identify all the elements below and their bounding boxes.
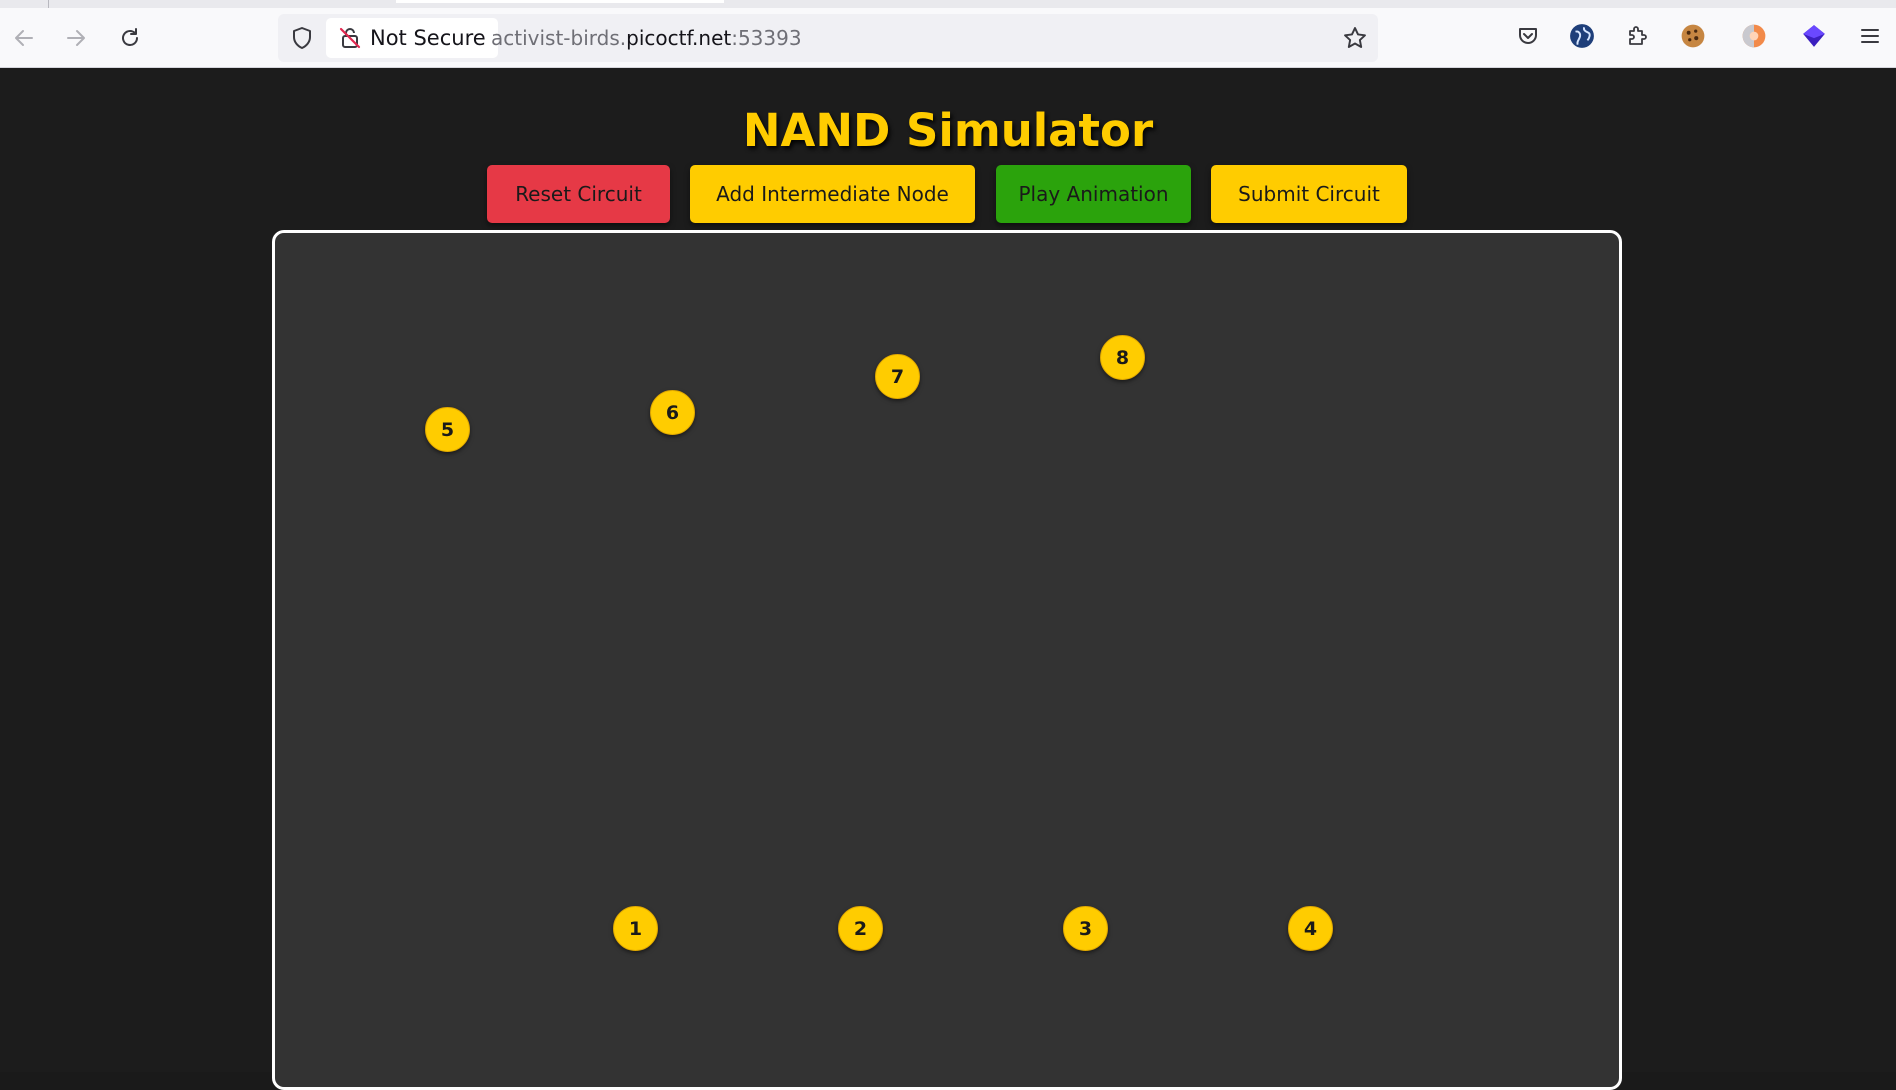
circuit-node-3[interactable]: 3 — [1063, 906, 1108, 951]
url-port: :53393 — [731, 26, 802, 50]
site-security-button[interactable]: Not Secure — [326, 18, 498, 58]
circuit-node-8[interactable]: 8 — [1100, 335, 1145, 380]
back-arrow-icon[interactable] — [8, 22, 40, 54]
url-text[interactable]: activist-birds. picoctf.net:53393 — [491, 14, 802, 62]
extensions-puzzle-icon[interactable] — [1623, 22, 1651, 50]
reset-circuit-button[interactable]: Reset Circuit — [487, 165, 670, 223]
circuit-node-4[interactable]: 4 — [1288, 906, 1333, 951]
submit-circuit-button[interactable]: Submit Circuit — [1211, 165, 1407, 223]
active-tab[interactable] — [396, 0, 724, 3]
circuit-node-5[interactable]: 5 — [425, 407, 470, 452]
circuit-node-2[interactable]: 2 — [838, 906, 883, 951]
browser-toolbar: Not Secure activist-birds. picoctf.net:53… — [0, 8, 1896, 68]
url-host: picoctf.net — [626, 26, 732, 50]
orange-circle-extension-icon[interactable] — [1740, 22, 1768, 50]
globe-extension-icon[interactable] — [1568, 22, 1596, 50]
tab-strip — [0, 0, 1896, 8]
url-bar[interactable]: Not Secure activist-birds. picoctf.net:53… — [278, 14, 1378, 62]
bookmark-star-icon[interactable] — [1342, 25, 1368, 51]
add-intermediate-node-button[interactable]: Add Intermediate Node — [690, 165, 975, 223]
forward-arrow-icon[interactable] — [60, 22, 92, 54]
circuit-node-1[interactable]: 1 — [613, 906, 658, 951]
url-prefix: activist-birds. — [491, 26, 627, 50]
play-animation-button[interactable]: Play Animation — [996, 165, 1191, 223]
hamburger-menu-icon[interactable] — [1856, 22, 1884, 50]
page-title: NAND Simulator — [742, 104, 1154, 157]
page-content: NAND Simulator Reset Circuit Add Interme… — [0, 68, 1896, 1090]
security-label: Not Secure — [370, 26, 486, 50]
tab-divider — [48, 0, 49, 8]
circuit-canvas[interactable]: 5 6 7 8 1 2 3 4 — [272, 230, 1622, 1090]
reload-icon[interactable] — [114, 22, 146, 54]
purple-cube-extension-icon[interactable] — [1800, 22, 1828, 50]
shield-icon[interactable] — [290, 26, 314, 50]
cookie-extension-icon[interactable] — [1679, 22, 1707, 50]
circuit-node-6[interactable]: 6 — [650, 390, 695, 435]
circuit-node-7[interactable]: 7 — [875, 354, 920, 399]
pocket-icon[interactable] — [1514, 22, 1542, 50]
insecure-lock-icon — [338, 26, 362, 50]
